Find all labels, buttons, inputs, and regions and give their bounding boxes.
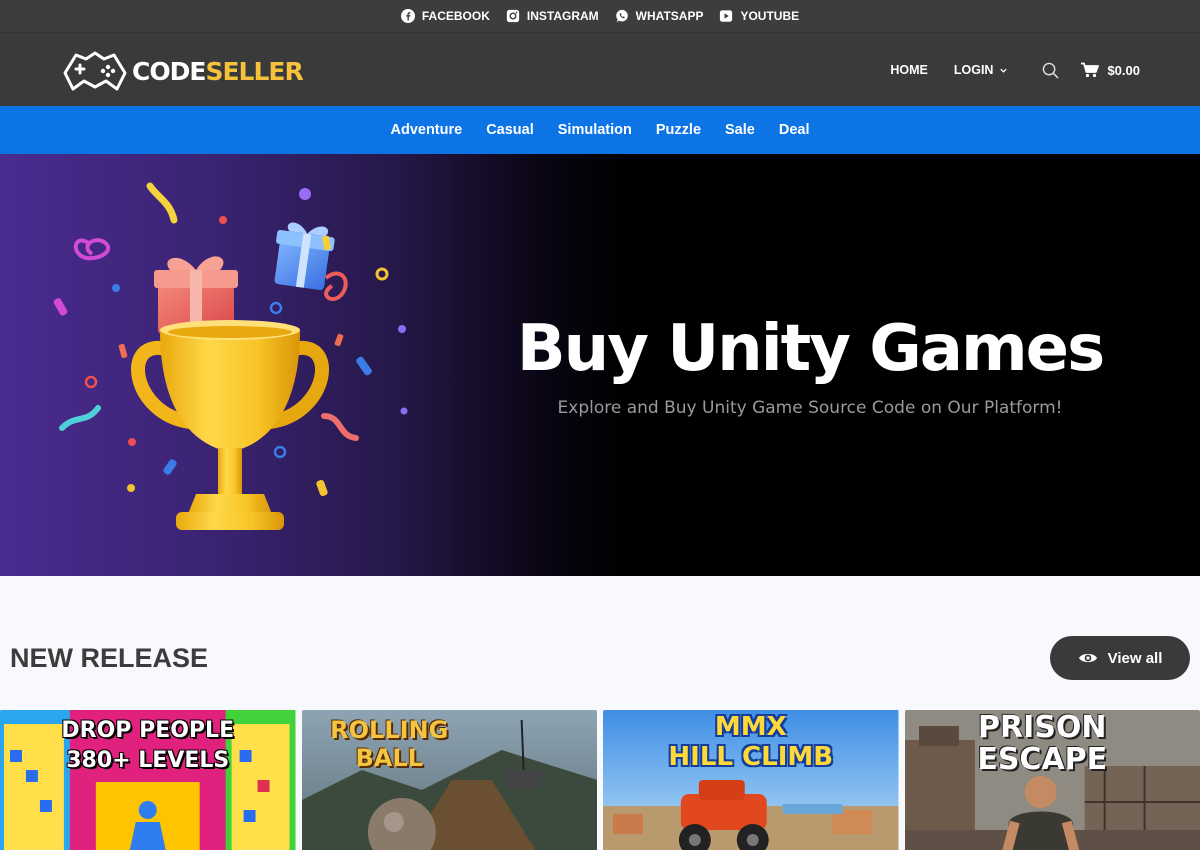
cart-total: $0.00: [1107, 62, 1140, 78]
nav-login-menu[interactable]: LOGIN: [954, 63, 1009, 77]
facebook-icon: [400, 9, 415, 23]
social-link-youtube[interactable]: YOUTUBE: [719, 9, 799, 23]
social-label: WHATSAPP: [635, 9, 704, 23]
social-link-whatsapp[interactable]: WHATSAPP: [615, 9, 704, 23]
card-title-line: ESCAPE: [977, 742, 1108, 777]
social-label: YOUTUBE: [740, 9, 800, 23]
header-nav: HOME LOGIN $0.00: [890, 33, 1140, 107]
search-icon[interactable]: [1042, 62, 1059, 79]
social-link-facebook[interactable]: FACEBOOK: [400, 9, 490, 23]
social-label: INSTAGRAM: [526, 9, 599, 23]
card-title: DROP PEOPLE 380+ LEVELS: [0, 716, 296, 776]
category-nav: Adventure Casual Simulation Puzzle Sale …: [0, 106, 1200, 154]
card-title-line: MMX: [714, 712, 787, 742]
social-label: FACEBOOK: [421, 9, 490, 23]
category-puzzle[interactable]: Puzzle: [656, 122, 701, 138]
product-card-mmx-hill-climb[interactable]: MMX HILL CLIMB: [603, 710, 899, 850]
logo-seller-text: SELLER: [205, 56, 303, 86]
nav-home-link[interactable]: HOME: [890, 63, 928, 77]
card-title-line: ROLLING: [330, 716, 449, 744]
card-title-line: BALL: [355, 744, 423, 772]
card-title: MMX HILL CLIMB: [603, 712, 899, 772]
view-all-button[interactable]: View all: [1050, 636, 1190, 680]
gamepad-logo-icon: [63, 51, 127, 91]
card-title: PRISON ESCAPE: [905, 712, 1200, 776]
chevron-down-icon: [999, 66, 1008, 75]
nav-login-label: LOGIN: [953, 63, 994, 77]
hero-subtitle: Explore and Buy Unity Game Source Code o…: [557, 398, 1063, 418]
hero-title: Buy Unity Games: [516, 312, 1105, 386]
hero-banner: Buy Unity Games Explore and Buy Unity Ga…: [0, 154, 1200, 576]
card-title-line: 380+ LEVELS: [66, 748, 230, 773]
category-sale[interactable]: Sale: [725, 122, 755, 138]
category-simulation[interactable]: Simulation: [558, 122, 632, 138]
product-card-prison-escape[interactable]: PRISON ESCAPE: [904, 710, 1200, 850]
card-title-line: DROP PEOPLE: [61, 718, 235, 743]
cart-icon: [1081, 62, 1100, 78]
logo-code-text: CODE: [132, 56, 206, 86]
nav-home-label: HOME: [890, 63, 928, 77]
view-all-label: View all: [1107, 649, 1163, 667]
card-title-line: PRISON: [978, 710, 1107, 745]
category-deal[interactable]: Deal: [779, 122, 810, 138]
product-grid: DROP PEOPLE 380+ LEVELS ROLLING BALL MMX…: [0, 710, 1200, 850]
new-release-header: NEW RELEASE View all: [0, 576, 1200, 710]
instagram-icon: [506, 9, 520, 23]
youtube-icon: [720, 10, 733, 22]
product-card-drop-people[interactable]: DROP PEOPLE 380+ LEVELS: [0, 710, 296, 850]
section-title: NEW RELEASE: [10, 643, 209, 673]
eye-icon: [1078, 653, 1097, 663]
product-card-rolling-ball[interactable]: ROLLING BALL: [301, 710, 598, 850]
site-logo[interactable]: CODESELLER: [62, 49, 304, 93]
site-header: CODESELLER HOME LOGIN $0.00: [0, 32, 1200, 106]
social-link-instagram[interactable]: INSTAGRAM: [506, 9, 599, 23]
card-title-line: HILL CLIMB: [668, 742, 834, 772]
category-adventure[interactable]: Adventure: [390, 122, 462, 138]
social-bar: FACEBOOK INSTAGRAM WHATSAPP YOUTUBE: [0, 0, 1200, 32]
card-title: ROLLING BALL: [302, 716, 598, 772]
whatsapp-icon: [615, 9, 628, 23]
cart-button[interactable]: $0.00: [1081, 62, 1140, 78]
category-casual[interactable]: Casual: [486, 122, 534, 138]
